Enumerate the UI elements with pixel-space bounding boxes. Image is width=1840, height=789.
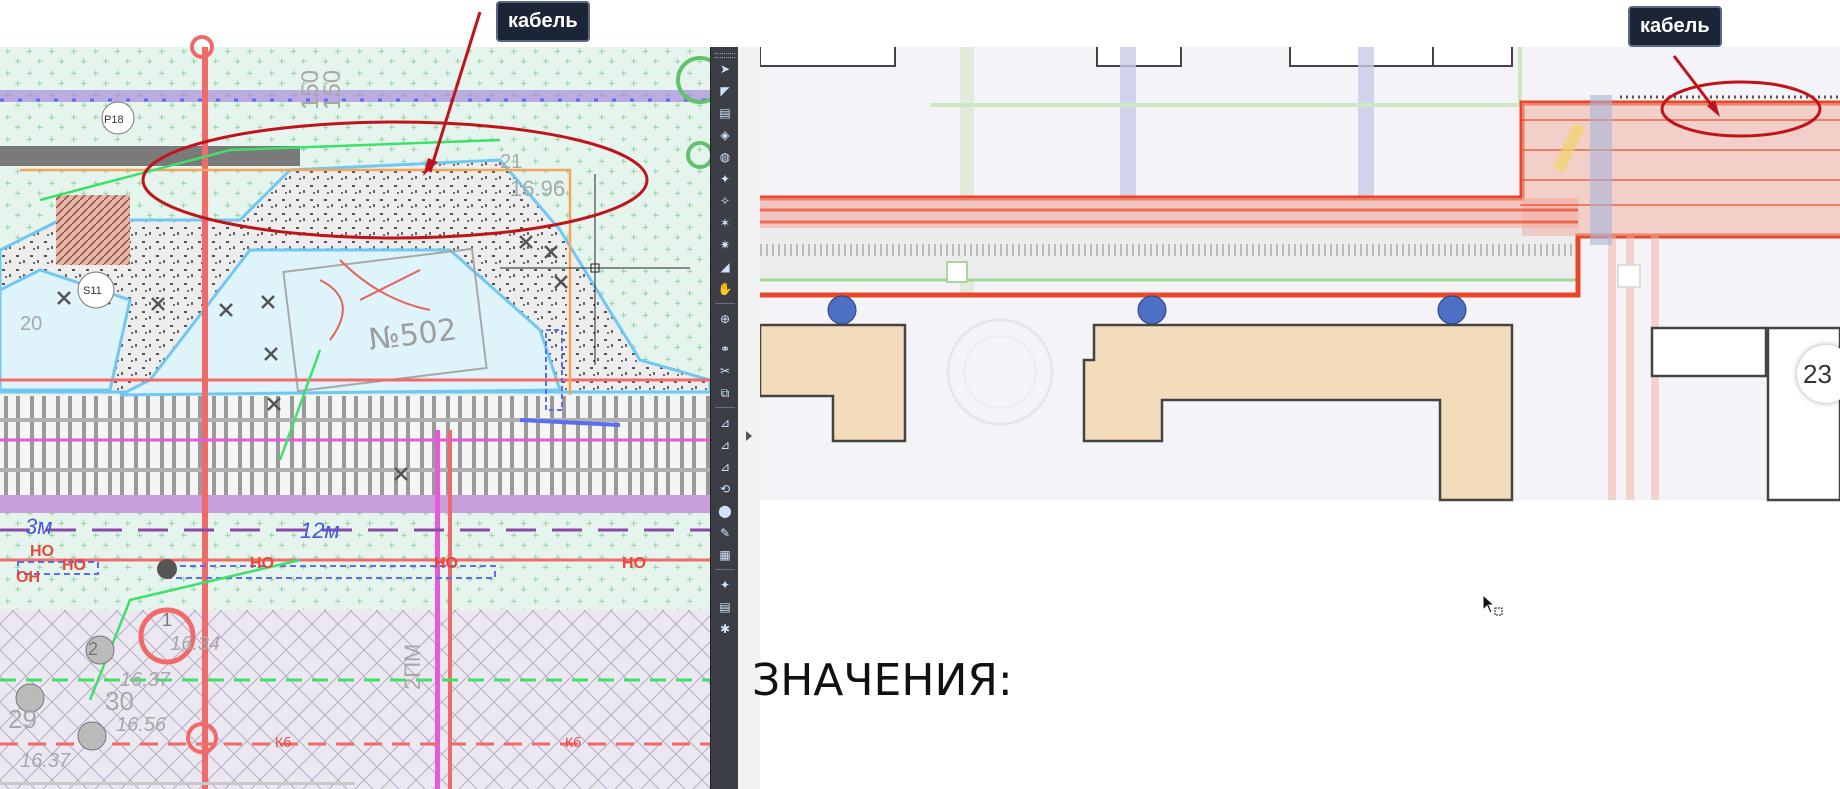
select-tool-icon[interactable]: ◤ — [716, 83, 734, 99]
horizontal-scrollbar[interactable] — [0, 782, 355, 785]
ruler-tool-icon[interactable]: ▦ — [716, 547, 734, 563]
toolbar-separator — [715, 303, 735, 304]
tag-ho-2: НО — [62, 557, 86, 574]
tag-ho-1: НО — [30, 543, 54, 560]
layers-tool-icon[interactable]: ◈ — [716, 127, 734, 143]
marker-21: 21 — [500, 151, 522, 173]
scale-tool-2-icon[interactable]: ⊿ — [716, 437, 734, 453]
building-outline-right — [1650, 326, 1768, 378]
marker-circle-3 — [1437, 295, 1467, 325]
level-d-label: 16.37 — [20, 750, 71, 772]
cad-drawing: + + — [0, 11, 710, 789]
distance-label-a: 3м — [25, 514, 52, 539]
marker-p-label: Р18 — [104, 114, 124, 126]
marker-150-b: 150 — [297, 70, 324, 110]
cable-callout-left: кабель — [496, 1, 590, 42]
stamp-tool-icon[interactable]: ⬤ — [716, 503, 734, 519]
globe-tool-icon[interactable]: ◍ — [716, 149, 734, 165]
marker-circle-2 — [1137, 295, 1167, 325]
cad-plan-view[interactable]: + + — [0, 0, 710, 789]
scale-tool-icon[interactable]: ⊿ — [716, 415, 734, 431]
level-b-label: 16.56 — [116, 714, 167, 736]
toolbar-separator — [715, 407, 735, 408]
tag-kb-2: Кб — [565, 734, 581, 750]
marker-20: 20 — [20, 313, 42, 335]
expand-arrow-icon[interactable] — [746, 431, 752, 441]
paste-tool-icon[interactable]: ⧉ — [716, 385, 734, 401]
marker-30: 30 — [105, 686, 134, 716]
tag-ho-5: НО — [622, 555, 646, 572]
marker-circle-1 — [827, 295, 857, 325]
toolbar-separator — [715, 569, 735, 570]
distance-label-b: 12м — [300, 518, 340, 543]
grab-tool-icon[interactable]: ✋ — [716, 281, 734, 297]
mark-tool-icon[interactable]: ✎ — [716, 525, 734, 541]
snap-tool-3-icon[interactable]: ✶ — [716, 215, 734, 231]
tag-ok: ОН — [16, 569, 40, 586]
cut-tool-icon[interactable]: ✂ — [716, 363, 734, 379]
level-top-label: 16.96 — [510, 176, 565, 201]
snap-tool-2-icon[interactable]: ✧ — [716, 193, 734, 209]
link-tool-icon[interactable]: ⚭ — [716, 341, 734, 357]
tag-ho-3: НО — [250, 555, 274, 572]
snap-tool-4-icon[interactable]: ✷ — [716, 237, 734, 253]
grid-tool-icon[interactable]: ✱ — [716, 621, 734, 637]
zoom-tool-icon[interactable]: ⊕ — [716, 311, 734, 327]
rotate-tool-icon[interactable]: ⟲ — [716, 481, 734, 497]
cable-callout-right: кабель — [1628, 6, 1722, 47]
marker-2: 2 — [88, 639, 98, 659]
vertical-toolbar: ➤ ◤ ▤ ◈ ◍ ✦ ✧ ✶ ✷ ◢ ✋ ⊕ ⚭ ✂ ⧉ ⊿ ⊿ ⊿ ⟲ ⬤ … — [710, 47, 739, 789]
mouse-cursor-icon — [1482, 594, 1503, 616]
marker-29: 29 — [8, 704, 37, 734]
vertical-label: 2ПМ — [400, 644, 425, 690]
toolbar-grip[interactable] — [715, 53, 735, 58]
copy-tool-icon[interactable]: ▤ — [716, 105, 734, 121]
snap-tool-icon[interactable]: ✦ — [716, 171, 734, 187]
tag-kb-1: Кб — [275, 734, 291, 750]
scale-tool-3-icon[interactable]: ⊿ — [716, 459, 734, 475]
level-c-label: 16.34 — [170, 633, 220, 655]
pointer-tool-icon[interactable]: ➤ — [716, 61, 734, 77]
measure-tool-icon[interactable]: ◢ — [716, 259, 734, 275]
view-tool-icon[interactable]: ✦ — [716, 577, 734, 593]
marker-1: 1 — [162, 610, 172, 630]
marker-s-label: S11 — [83, 285, 102, 297]
copy-tool-2-icon[interactable]: ▤ — [716, 599, 734, 615]
tag-ho-4: НО — [434, 555, 458, 572]
legend-heading: ЗНАЧЕНИЯ: — [752, 655, 1013, 706]
